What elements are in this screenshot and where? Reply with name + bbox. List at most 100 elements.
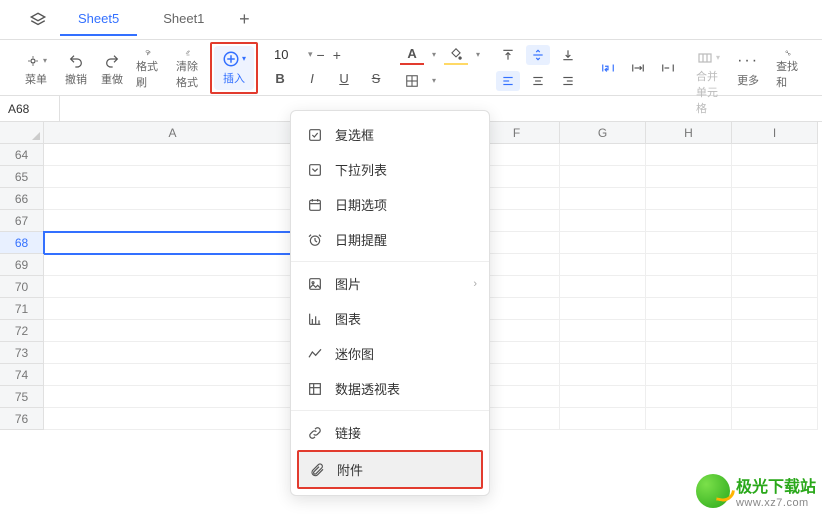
row-header[interactable]: 66 [0,188,44,210]
cell[interactable] [44,408,302,430]
cell[interactable] [560,320,646,342]
cell[interactable] [646,144,732,166]
tab-sheet1[interactable]: Sheet1 [145,3,222,36]
find-button[interactable]: 查找和 [770,46,806,94]
col-header[interactable]: H [646,122,732,144]
cell[interactable] [732,298,818,320]
wrap-text-button[interactable] [596,58,620,78]
cell[interactable] [732,276,818,298]
row-header[interactable]: 74 [0,364,44,386]
halign-right-button[interactable] [556,71,580,91]
text-clip-button[interactable] [656,58,680,78]
col-header[interactable]: A [44,122,302,144]
cell[interactable] [44,188,302,210]
insert-datereminder-item[interactable]: 日期提醒 [291,222,489,257]
cell[interactable] [44,276,302,298]
font-color-button[interactable]: A [400,45,424,65]
border-button[interactable] [400,71,424,91]
cell[interactable] [732,166,818,188]
cell[interactable] [560,254,646,276]
row-header[interactable]: 76 [0,408,44,430]
cell[interactable] [560,386,646,408]
cell[interactable] [560,210,646,232]
cell[interactable] [646,320,732,342]
col-header[interactable]: I [732,122,818,144]
cell[interactable] [646,298,732,320]
redo-button[interactable]: 重做 [94,46,130,94]
insert-link-item[interactable]: 链接 [291,415,489,450]
insert-image-item[interactable]: 图片 › [291,266,489,301]
cell[interactable] [44,166,302,188]
format-painter-button[interactable]: 格式刷 [130,46,166,94]
row-header[interactable]: 72 [0,320,44,342]
cell[interactable] [646,188,732,210]
cell[interactable] [44,342,302,364]
italic-button[interactable]: I [300,69,324,89]
cell[interactable] [44,210,302,232]
menu-button[interactable]: ▾ 菜单 [18,46,54,94]
row-header[interactable]: 73 [0,342,44,364]
cell[interactable] [646,232,732,254]
cell[interactable] [732,254,818,276]
insert-sparkline-item[interactable]: 迷你图 [291,336,489,371]
cell[interactable] [646,166,732,188]
cell[interactable] [560,276,646,298]
tab-sheet5[interactable]: Sheet5 [60,3,137,36]
insert-checkbox-item[interactable]: 复选框 [291,117,489,152]
halign-center-button[interactable] [526,71,550,91]
insert-chart-item[interactable]: 图表 [291,301,489,336]
insert-dropdownlist-item[interactable]: 下拉列表 [291,152,489,187]
cell[interactable] [560,144,646,166]
cell[interactable] [732,342,818,364]
strike-button[interactable]: S [364,69,388,89]
cell[interactable] [646,386,732,408]
cell[interactable] [560,232,646,254]
cell[interactable] [732,386,818,408]
row-header[interactable]: 70 [0,276,44,298]
cell[interactable] [732,144,818,166]
text-overflow-button[interactable] [626,58,650,78]
insert-pivot-item[interactable]: 数据透视表 [291,371,489,406]
valign-bottom-button[interactable] [556,45,580,65]
row-header[interactable]: 75 [0,386,44,408]
cell[interactable] [732,210,818,232]
clear-format-button[interactable]: 清除格式 [170,46,206,94]
cell[interactable] [44,320,302,342]
cell[interactable] [560,342,646,364]
valign-top-button[interactable] [496,45,520,65]
cell[interactable] [44,364,302,386]
cell[interactable] [732,232,818,254]
row-header[interactable]: 67 [0,210,44,232]
cell[interactable] [646,276,732,298]
undo-button[interactable]: 撤销 [58,46,94,94]
cell[interactable] [44,232,302,254]
underline-button[interactable]: U [332,69,356,89]
row-header[interactable]: 64 [0,144,44,166]
cell[interactable] [560,408,646,430]
cell[interactable] [646,342,732,364]
row-header[interactable]: 69 [0,254,44,276]
bold-button[interactable]: B [268,69,292,89]
insert-button[interactable]: ▾ 插入 [214,46,254,90]
insert-dateoption-item[interactable]: 日期选项 [291,187,489,222]
cell[interactable] [560,298,646,320]
cell[interactable] [646,210,732,232]
more-button[interactable]: ··· 更多 [730,46,766,94]
merge-cells-button[interactable]: ▾ 合并单元格 [690,46,726,94]
cell[interactable] [732,364,818,386]
font-size-minus-icon[interactable]: − [313,47,329,63]
add-sheet-button[interactable]: + [230,6,258,34]
cell[interactable] [560,364,646,386]
row-header[interactable]: 71 [0,298,44,320]
insert-attachment-item[interactable]: 附件 [299,452,481,487]
cell[interactable] [732,408,818,430]
cell[interactable] [44,144,302,166]
cell[interactable] [44,386,302,408]
cell[interactable] [646,408,732,430]
row-header[interactable]: 65 [0,166,44,188]
cell[interactable] [560,166,646,188]
valign-middle-button[interactable] [526,45,550,65]
cell[interactable] [646,364,732,386]
cell[interactable] [646,254,732,276]
cell[interactable] [44,254,302,276]
